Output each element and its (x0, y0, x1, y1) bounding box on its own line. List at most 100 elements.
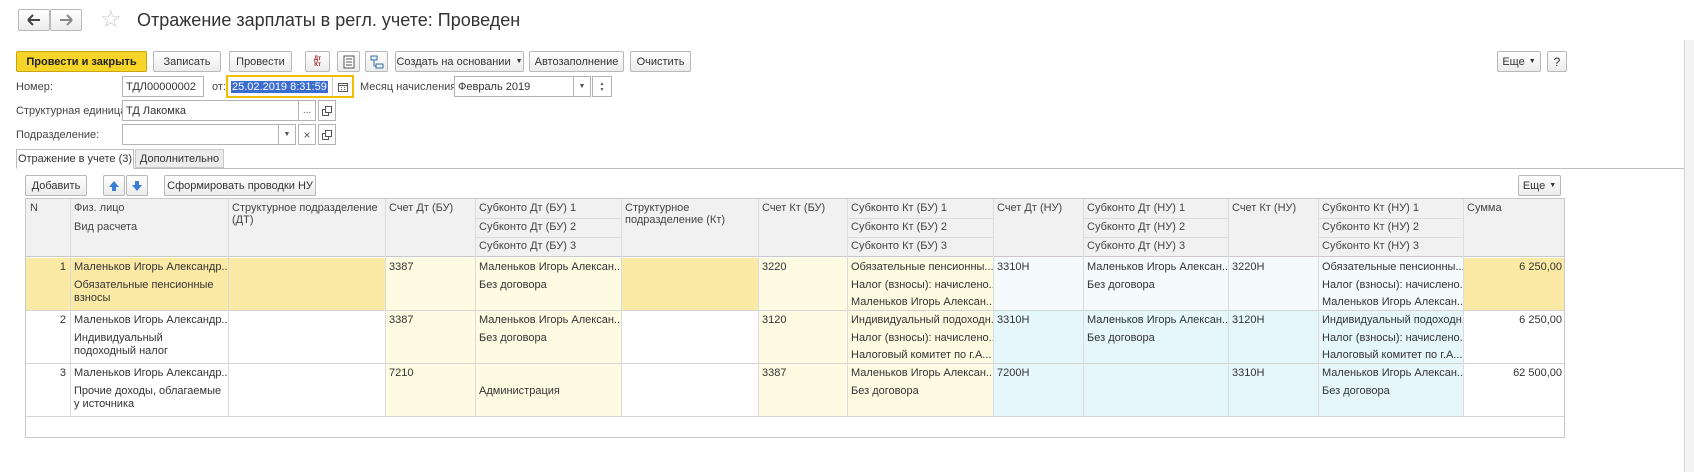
header-sub-kt-nu-1[interactable]: Субконто Кт (НУ) 1 (1318, 199, 1463, 218)
row-2-sub-dt-bu-1: Маленьков Игорь Алексан... (479, 314, 621, 326)
row-2-sub-dt-bu-2: Без договора (479, 332, 547, 344)
header-sub-kt-bu-2[interactable]: Субконто Кт (БУ) 2 (847, 218, 993, 237)
header-calc-type[interactable]: Вид расчета (70, 218, 228, 238)
row-1-sub-kt-nu-1: Обязательные пенсионны... (1322, 261, 1463, 273)
structure-button[interactable] (365, 51, 388, 72)
department-field[interactable] (122, 124, 279, 145)
header-sub-dt-nu-3[interactable]: Субконто Дт (НУ) 3 (1083, 237, 1228, 256)
row-2-struct-dt (228, 312, 385, 314)
struct-unit-field[interactable]: ТД Лакомка (122, 100, 299, 121)
column-divider (621, 199, 622, 417)
hierarchy-icon (370, 55, 383, 68)
date-value: 25.02.2019 8:31:59 (231, 80, 328, 93)
generate-nu-entries-button[interactable]: Сформировать проводки НУ (164, 175, 316, 196)
number-field[interactable]: ТДЛ00000002 (122, 76, 204, 97)
row-2-sub-dt-nu-3 (1083, 347, 1228, 349)
header-person[interactable]: Физ. лицо (70, 199, 228, 219)
header-struct-dt[interactable]: Структурное подразделение (ДТ) (228, 199, 385, 239)
row-2-sub-kt-nu-2: Налог (взносы): начислено... (1322, 332, 1463, 344)
post-and-close-button[interactable]: Провести и закрыть (16, 51, 147, 72)
more-dropdown[interactable]: Еще ▼ (1497, 51, 1541, 72)
month-field[interactable]: Февраль 2019 (454, 76, 591, 97)
window-scrollbar[interactable] (1684, 40, 1694, 472)
header-subdivider (475, 218, 621, 219)
column-divider (228, 199, 229, 417)
tab-accounting-reflection[interactable]: Отражение в учете (3) (16, 149, 134, 169)
month-dropdown-button[interactable]: ▼ (573, 76, 591, 97)
struct-unit-open-button[interactable] (318, 100, 336, 121)
header-sub-dt-nu-2[interactable]: Субконто Дт (НУ) 2 (1083, 218, 1228, 237)
row-1-acc-dt-nu: 3310Н (997, 261, 1030, 273)
list-report-button[interactable] (337, 51, 360, 72)
header-sub-dt-bu-1[interactable]: Субконто Дт (БУ) 1 (475, 199, 621, 218)
row-2-sub-kt-bu-3: Налоговый комитет по г.А... (851, 349, 992, 361)
header-acc-dt-bu[interactable]: Счет Дт (БУ) (385, 199, 475, 219)
clear-button[interactable]: Очистить (630, 51, 691, 72)
month-stepper[interactable]: ▲ ▼ (592, 76, 612, 97)
tabs-bottom-border (16, 168, 1694, 169)
header-sub-dt-nu-1[interactable]: Субконто Дт (НУ) 1 (1083, 199, 1228, 218)
stepper-down-icon[interactable]: ▼ (600, 87, 605, 93)
row-1-acc-kt-bu: 3220 (762, 261, 787, 273)
save-button[interactable]: Записать (153, 51, 221, 72)
page-title: Отражение зарплаты в регл. учете: Провед… (137, 10, 521, 30)
department-open-button[interactable] (318, 124, 336, 145)
create-based-on-dropdown[interactable]: Создать на основании ▼ (395, 51, 524, 72)
header-sub-dt-bu-2[interactable]: Субконто Дт (БУ) 2 (475, 218, 621, 237)
department-dropdown-button[interactable]: ▼ (278, 124, 296, 145)
department-label: Подразделение: (16, 129, 100, 141)
header-sub-kt-bu-3[interactable]: Субконто Кт (БУ) 3 (847, 237, 993, 256)
row-divider (26, 416, 1564, 417)
help-button[interactable]: ? (1547, 51, 1567, 72)
header-sub-kt-bu-1[interactable]: Субконто Кт (БУ) 1 (847, 199, 993, 218)
row-2-acc-kt-bu: 3120 (762, 314, 787, 326)
open-link-icon (322, 105, 332, 116)
entries-table: N Физ. лицо Вид расчета Структурное подр… (25, 198, 1565, 438)
row-2-acc-dt-nu: 3310Н (997, 314, 1030, 326)
table-more-dropdown[interactable]: Еще ▼ (1518, 175, 1561, 196)
calendar-button[interactable] (332, 77, 352, 96)
row-3-acc-dt-nu: 7200Н (997, 367, 1030, 379)
header-acc-kt-nu[interactable]: Счет Кт (НУ) (1228, 199, 1318, 219)
header-struct-kt[interactable]: Структурное подразделение (Кт) (621, 199, 758, 239)
move-down-button[interactable] (126, 175, 148, 196)
row-2-sub-kt-bu-2: Налог (взносы): начислено... (851, 332, 993, 344)
header-n[interactable]: N (26, 199, 70, 219)
month-label: Месяц начисления: (360, 81, 460, 93)
row-1-sub-dt-bu-2: Без договора (479, 279, 547, 291)
header-sub-dt-bu-3[interactable]: Субконто Дт (БУ) 3 (475, 237, 621, 256)
header-subdivider (1083, 218, 1228, 219)
header-sub-kt-nu-3[interactable]: Субконто Кт (НУ) 3 (1318, 237, 1463, 256)
arrow-down-icon (132, 180, 142, 191)
row-3-sub-dt-bu-2: Администрация (479, 385, 560, 397)
header-acc-kt-bu[interactable]: Счет Кт (БУ) (758, 199, 847, 219)
row-3-acc-dt-bu: 7210 (389, 367, 414, 379)
row-1-sub-kt-nu-2: Налог (взносы): начислено... (1322, 279, 1463, 291)
row-2-sub-kt-nu-3: Налоговый комитет по г.А... (1322, 349, 1463, 361)
row-highlight (621, 258, 758, 310)
forward-button[interactable] (50, 9, 82, 31)
move-up-button[interactable] (103, 175, 125, 196)
column-divider (1083, 199, 1084, 417)
struct-unit-select-button[interactable]: ... (298, 100, 316, 121)
row-3-sub-kt-bu-1: Маленьков Игорь Алексан... (851, 367, 993, 379)
add-row-button[interactable]: Добавить (25, 175, 87, 196)
row-3-sub-dt-nu-2 (1083, 383, 1228, 385)
dt-kt-report-button[interactable]: Дт Кт (305, 51, 330, 72)
row-1-sub-dt-nu-1: Маленьков Игорь Алексан... (1087, 261, 1228, 273)
calendar-icon (337, 82, 348, 92)
department-clear-button[interactable]: × (298, 124, 316, 145)
back-button[interactable] (18, 9, 50, 31)
header-sub-kt-nu-2[interactable]: Субконто Кт (НУ) 2 (1318, 218, 1463, 237)
row-2-calc-type: Индивидуальный подоходный налог (74, 332, 168, 357)
header-sum[interactable]: Сумма (1463, 199, 1564, 219)
post-button[interactable]: Провести (229, 51, 292, 72)
header-acc-dt-nu[interactable]: Счет Дт (НУ) (993, 199, 1083, 219)
row-3-struct-kt (621, 365, 758, 367)
favorite-star-icon[interactable]: ☆ (100, 7, 122, 33)
row-2-sub-kt-nu-1: Индивидуальный подоходн... (1322, 314, 1463, 326)
chevron-down-icon: ▼ (1528, 58, 1536, 65)
row-1-sub-dt-nu-3 (1083, 294, 1228, 296)
tab-additional[interactable]: Дополнительно (135, 149, 224, 168)
autofill-button[interactable]: Автозаполнение (529, 51, 624, 72)
